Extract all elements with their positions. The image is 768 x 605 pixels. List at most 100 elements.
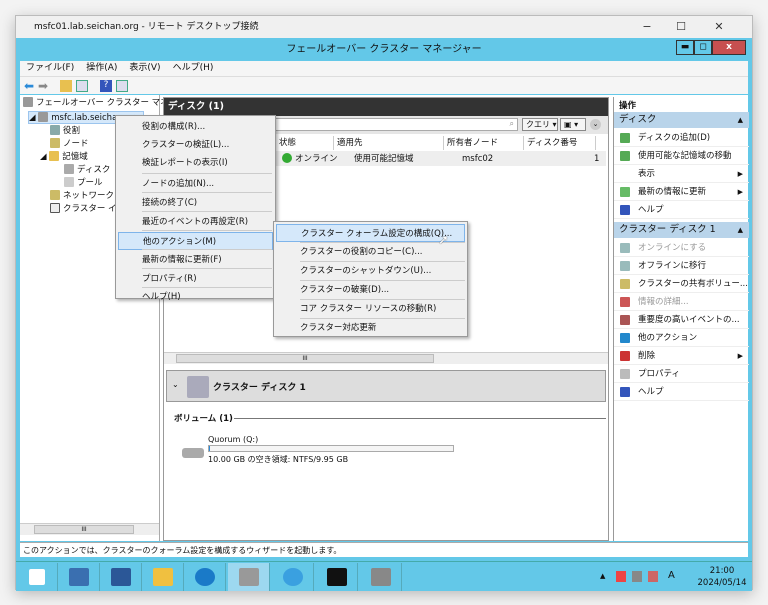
action-add-disk[interactable]: ディスクの追加(D) (614, 129, 749, 147)
action-center-icon[interactable] (616, 571, 626, 582)
show-hide-action-pane-icon[interactable] (116, 80, 128, 92)
context-menu-item-help[interactable]: ヘルプ(H) (118, 288, 273, 306)
save-query-button[interactable]: ▣ ▾ (560, 118, 586, 131)
critical-events-icon (620, 315, 630, 325)
pool-icon (64, 177, 74, 187)
action-more-information[interactable]: 情報の詳細... (614, 293, 749, 311)
column-status[interactable]: 状態 (276, 136, 334, 150)
task-command-prompt[interactable] (316, 563, 358, 591)
action-move-available-storage[interactable]: 使用可能な記憶域の移動 ▶ (614, 147, 749, 178)
task-file-explorer[interactable] (142, 563, 184, 591)
action-label: オンラインにする (638, 243, 707, 253)
computer-icon (370, 568, 391, 586)
scroll-thumb[interactable]: III (34, 525, 134, 534)
context-menu-item-add-node[interactable]: ノードの追加(N)... (118, 175, 273, 193)
more-actions-icon (620, 333, 630, 343)
tree-item-roles[interactable]: 役割 (50, 125, 80, 138)
submenu-item-copy-cluster-roles[interactable]: クラスターの役割のコピー(C)... (276, 243, 465, 261)
tree-item-disks[interactable]: ディスク (64, 164, 110, 177)
submenu-item-cluster-aware-updating[interactable]: クラスター対応更新 (276, 319, 465, 337)
menu-file[interactable]: ファイル(F) (26, 63, 74, 73)
menu-help[interactable]: ヘルプ(H) (173, 63, 214, 73)
action-properties[interactable]: プロパティ (614, 365, 749, 383)
tree-item-networks[interactable]: ネットワーク (50, 190, 114, 203)
rdp-close-button[interactable]: ✕ (704, 16, 734, 38)
task-server-manager[interactable] (58, 563, 100, 591)
help-icon[interactable]: ? (100, 80, 112, 92)
task-failover-cluster-manager[interactable] (228, 563, 270, 591)
action-take-offline[interactable]: オフラインに移行 (614, 257, 749, 275)
cmd-icon (326, 568, 347, 586)
menu-separator (142, 287, 272, 288)
context-menu-item-configure-role[interactable]: 役割の構成(R)... (118, 118, 273, 136)
column-disk-number[interactable]: ディスク番号 (524, 136, 596, 150)
action-label: 情報の詳細... (638, 297, 689, 307)
rdp-maximize-button[interactable]: ☐ (666, 16, 696, 38)
context-menu-item-close-connection[interactable]: 接続の終了(C) (118, 194, 273, 212)
action-help[interactable]: ヘルプ (614, 383, 749, 401)
context-menu-item-view-validation-report[interactable]: 検証レポートの表示(I) (118, 154, 273, 172)
forward-icon[interactable]: ➡ (38, 80, 50, 92)
action-label: 表示 (638, 169, 656, 179)
context-menu-item-more-actions[interactable]: 他のアクション(M) (118, 232, 273, 250)
task-powershell[interactable] (100, 563, 142, 591)
rdp-minimize-button[interactable]: − (632, 16, 662, 38)
expand-icon[interactable]: ⌄ (590, 119, 601, 130)
help-icon (620, 387, 630, 397)
menu-separator (142, 268, 272, 269)
submenu-item-shutdown-cluster[interactable]: クラスターのシャットダウン(U)... (276, 262, 465, 280)
network-tray-icon[interactable] (632, 571, 642, 582)
clock[interactable]: 21:00 2024/05/14 (696, 565, 748, 589)
action-critical-events[interactable]: 重要度の高いイベントの... (614, 311, 749, 329)
tree-item-nodes[interactable]: ノード (50, 138, 89, 151)
tray-expand-icon[interactable]: ▲ (600, 572, 605, 580)
tree-item-pools[interactable]: プール (64, 177, 103, 190)
back-icon[interactable]: ⬅ (24, 80, 36, 92)
menu-action[interactable]: 操作(A) (86, 63, 117, 73)
actions-section-disks[interactable]: ディスク ▲ (614, 112, 749, 128)
context-menu-item-refresh[interactable]: 最新の情報に更新(F) (118, 251, 273, 269)
action-view[interactable]: 表示 ▶ (614, 165, 749, 196)
up-folder-icon[interactable] (60, 80, 72, 92)
windows-icon (28, 569, 45, 585)
app-maximize-button[interactable]: ◻ (694, 40, 712, 55)
tree-item-events[interactable]: クラスター イベ (50, 203, 125, 216)
actions-section-cluster-disk[interactable]: クラスター ディスク 1 ▲ (614, 222, 749, 238)
context-menu-item-validate-cluster[interactable]: クラスターの検証(L)... (118, 136, 273, 154)
context-menu-item-reset-recent-events[interactable]: 最近のイベントの再設定(R) (118, 213, 273, 231)
refresh-icon (620, 187, 630, 197)
menu-separator (142, 249, 272, 250)
scroll-thumb[interactable]: III (176, 354, 434, 363)
task-remote-app[interactable] (360, 563, 402, 591)
tree-horizontal-scrollbar[interactable]: III (20, 523, 159, 535)
column-owner-node[interactable]: 所有者ノード (444, 136, 524, 150)
table-horizontal-scrollbar[interactable]: III (164, 352, 608, 364)
context-menu-item-properties[interactable]: プロパティ(R) (118, 270, 273, 288)
action-remove[interactable]: 削除 (614, 347, 749, 365)
app-close-button[interactable]: x (712, 40, 746, 55)
submenu-item-configure-quorum[interactable]: クラスター クォーラム設定の構成(Q)... (276, 224, 465, 242)
task-internet-explorer[interactable] (272, 563, 314, 591)
action-help[interactable]: ヘルプ (614, 201, 749, 219)
column-applies-to[interactable]: 適用先 (334, 136, 444, 150)
action-refresh[interactable]: 最新の情報に更新 (614, 183, 749, 201)
show-hide-tree-icon[interactable] (76, 80, 88, 92)
task-edge[interactable] (184, 563, 226, 591)
ime-indicator[interactable]: A (668, 570, 675, 581)
menu-view[interactable]: 表示(V) (129, 63, 160, 73)
volume-tray-icon[interactable] (648, 571, 658, 582)
action-bring-online[interactable]: オンラインにする (614, 239, 749, 257)
server-manager-icon (68, 568, 89, 586)
submenu-item-move-core-resources[interactable]: コア クラスター リソースの移動(R) (276, 300, 465, 318)
query-button[interactable]: クエリ ▾ (522, 118, 558, 131)
start-button[interactable] (16, 563, 58, 591)
app-minimize-button[interactable]: ▬ (676, 40, 694, 55)
tree-item-storage[interactable]: ◢ 記憶域 (40, 151, 88, 164)
collapse-icon[interactable]: ⌄ (172, 380, 179, 389)
cell-owner-node: msfc02 (462, 154, 494, 164)
action-cluster-shared-volume[interactable]: クラスターの共有ボリュー... (614, 275, 749, 293)
submenu-item-destroy-cluster[interactable]: クラスターの破棄(D)... (276, 281, 465, 299)
action-more-actions[interactable]: 他のアクション ▶ (614, 329, 749, 360)
tree-root[interactable]: フェールオーバー クラスター マネージ (23, 97, 185, 110)
action-label: 使用可能な記憶域の移動 (638, 151, 732, 161)
